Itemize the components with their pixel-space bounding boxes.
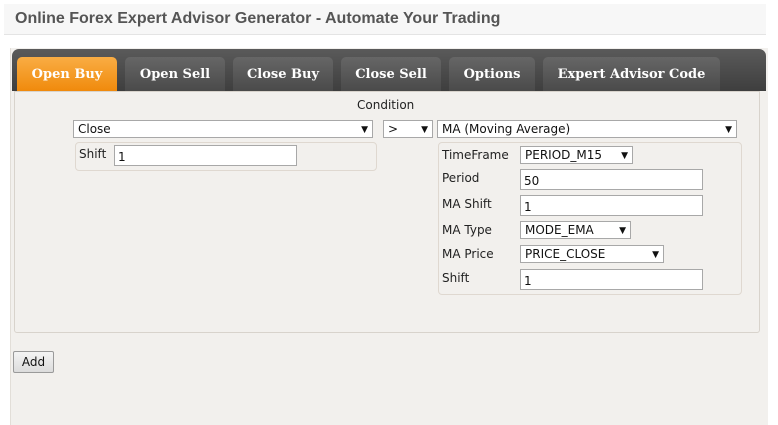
ma-shift-input[interactable]: 1 bbox=[520, 195, 703, 216]
left-shift-input[interactable]: 1 bbox=[114, 145, 297, 166]
condition-label: Condition bbox=[357, 98, 415, 112]
left-indicator-value: Close bbox=[78, 122, 111, 136]
right-shift-input[interactable]: 1 bbox=[520, 269, 703, 290]
operator-select[interactable]: > ▼ bbox=[383, 120, 433, 138]
right-indicator-select[interactable]: MA (Moving Average) ▼ bbox=[437, 120, 737, 138]
left-indicator-select[interactable]: Close ▼ bbox=[73, 120, 373, 138]
tab-close-buy[interactable]: Close Buy bbox=[233, 57, 333, 91]
ma-type-select[interactable]: MODE_EMA ▼ bbox=[520, 221, 631, 239]
period-input[interactable]: 50 bbox=[520, 169, 703, 190]
tab-open-sell[interactable]: Open Sell bbox=[125, 57, 225, 91]
triangle-down-icon: ▼ bbox=[725, 125, 732, 135]
left-shift-value: 1 bbox=[118, 150, 126, 164]
ma-price-select[interactable]: PRICE_CLOSE ▼ bbox=[520, 245, 664, 263]
ma-price-label: MA Price bbox=[442, 247, 494, 261]
timeframe-select[interactable]: PERIOD_M15 ▼ bbox=[520, 146, 633, 164]
timeframe-label: TimeFrame bbox=[442, 148, 509, 162]
triangle-down-icon: ▼ bbox=[619, 226, 626, 236]
triangle-down-icon: ▼ bbox=[652, 250, 659, 260]
right-shift-value: 1 bbox=[524, 274, 532, 288]
operator-value: > bbox=[388, 122, 399, 136]
page-title: Online Forex Expert Advisor Generator - … bbox=[15, 10, 501, 27]
triangle-down-icon: ▼ bbox=[621, 151, 628, 161]
ma-shift-value: 1 bbox=[524, 200, 532, 214]
timeframe-value: PERIOD_M15 bbox=[525, 148, 603, 162]
page-header: Online Forex Expert Advisor Generator - … bbox=[4, 4, 766, 35]
triangle-down-icon: ▼ bbox=[361, 125, 368, 135]
tab-expert-advisor-code[interactable]: Expert Advisor Code bbox=[543, 57, 720, 91]
ma-shift-label: MA Shift bbox=[442, 197, 492, 211]
ma-price-value: PRICE_CLOSE bbox=[525, 247, 606, 261]
period-value: 50 bbox=[524, 174, 540, 188]
period-label: Period bbox=[442, 171, 480, 185]
tab-options[interactable]: Options bbox=[449, 57, 535, 91]
right-shift-label: Shift bbox=[442, 271, 470, 285]
ma-type-value: MODE_EMA bbox=[525, 223, 594, 237]
tab-open-buy[interactable]: Open Buy bbox=[17, 57, 117, 91]
triangle-down-icon: ▼ bbox=[421, 125, 428, 135]
add-button[interactable]: Add bbox=[13, 351, 54, 373]
tab-close-sell[interactable]: Close Sell bbox=[341, 57, 441, 91]
right-indicator-value: MA (Moving Average) bbox=[442, 122, 571, 136]
ma-type-label: MA Type bbox=[442, 223, 492, 237]
left-shift-label: Shift bbox=[79, 147, 107, 161]
